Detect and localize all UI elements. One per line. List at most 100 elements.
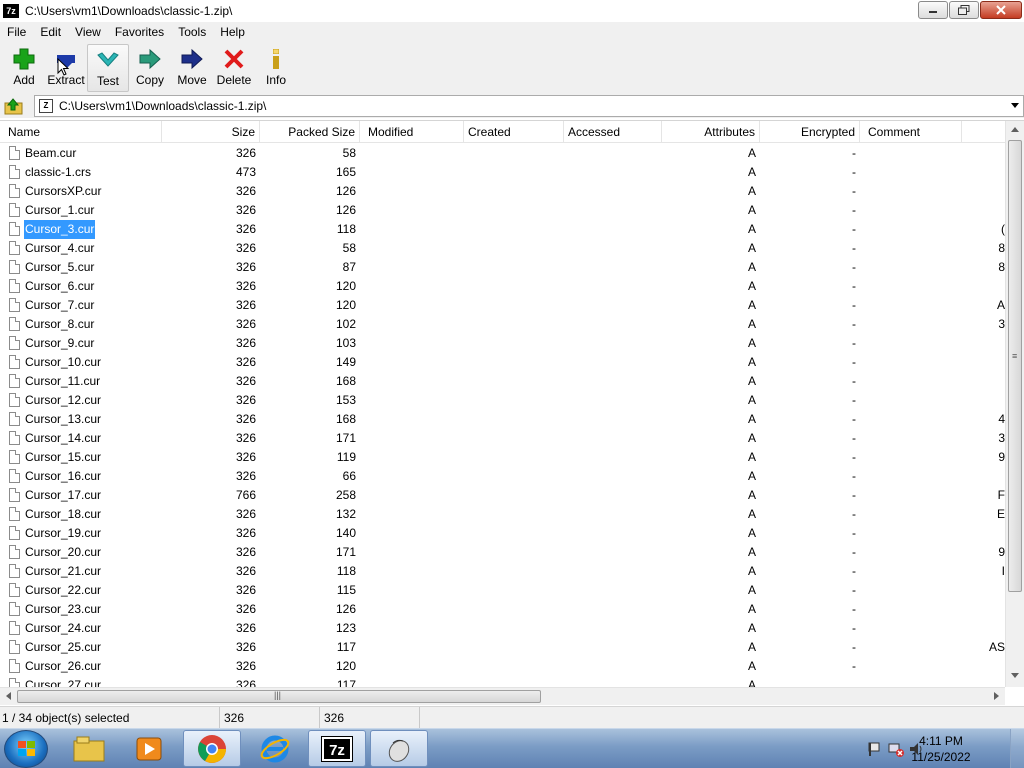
test-button[interactable]: Test: [87, 44, 129, 92]
scroll-up-arrow-icon[interactable]: [1011, 127, 1019, 132]
file-attributes: A: [747, 450, 756, 464]
file-comment: [962, 467, 1005, 486]
file-encrypted: -: [852, 260, 856, 274]
table-row[interactable]: Cursor_8.cur 326 102 A - 3: [0, 315, 1005, 334]
table-row[interactable]: Cursor_23.cur 326 126 A -: [0, 600, 1005, 619]
table-row[interactable]: Cursor_26.cur 326 120 A -: [0, 657, 1005, 676]
file-size: 326: [235, 450, 256, 464]
minimize-button[interactable]: [918, 1, 948, 19]
up-folder-button[interactable]: [4, 97, 24, 115]
address-bar: Z C:\Users\vm1\Downloads\classic-1.zip\: [0, 94, 1024, 118]
file-encrypted: -: [852, 241, 856, 255]
delete-button[interactable]: Delete: [213, 44, 255, 92]
scroll-down-arrow-icon[interactable]: [1011, 673, 1019, 678]
table-row[interactable]: CursorsXP.cur 326 126 A -: [0, 182, 1005, 201]
column-modified[interactable]: Modified: [364, 121, 464, 143]
scroll-right-arrow-icon[interactable]: [994, 692, 1000, 700]
menu-edit[interactable]: Edit: [33, 25, 68, 39]
table-row[interactable]: Cursor_10.cur 326 149 A -: [0, 353, 1005, 372]
taskbar-media-player[interactable]: [120, 730, 178, 767]
table-row[interactable]: Cursor_7.cur 326 120 A - A: [0, 296, 1005, 315]
address-input[interactable]: Z C:\Users\vm1\Downloads\classic-1.zip\: [34, 95, 1024, 117]
column-created[interactable]: Created: [464, 121, 564, 143]
vertical-scrollbar[interactable]: ≡: [1005, 121, 1024, 687]
table-row[interactable]: Cursor_22.cur 326 115 A -: [0, 581, 1005, 600]
7zip-icon: 7z: [321, 735, 353, 762]
menu-tools[interactable]: Tools: [171, 25, 213, 39]
column-encrypted[interactable]: Encrypted: [760, 121, 860, 143]
table-row[interactable]: Cursor_25.cur 326 117 A - AS: [0, 638, 1005, 657]
table-row[interactable]: Cursor_1.cur 326 126 A -: [0, 201, 1005, 220]
menu-view[interactable]: View: [68, 25, 108, 39]
table-row[interactable]: Cursor_24.cur 326 123 A -: [0, 619, 1005, 638]
info-button[interactable]: Info: [255, 44, 297, 92]
show-desktop-button[interactable]: [1010, 729, 1024, 768]
taskbar-chrome[interactable]: [183, 730, 241, 767]
file-size: 766: [235, 488, 256, 502]
menu-favorites[interactable]: Favorites: [108, 25, 171, 39]
file-name: Cursor_20.cur: [25, 545, 102, 559]
menu-help[interactable]: Help: [213, 25, 252, 39]
file-name: Cursor_6.cur: [25, 279, 95, 293]
file-icon: [9, 146, 20, 160]
column-packed-size[interactable]: Packed Size: [260, 121, 360, 143]
file-icon: [9, 393, 20, 407]
scroll-left-arrow-icon[interactable]: [6, 692, 12, 700]
move-button[interactable]: Move: [171, 44, 213, 92]
table-row[interactable]: Cursor_9.cur 326 103 A -: [0, 334, 1005, 353]
file-size: 326: [235, 545, 256, 559]
column-attributes[interactable]: Attributes: [662, 121, 760, 143]
column-comment[interactable]: Comment: [864, 121, 962, 143]
copy-button[interactable]: Copy: [129, 44, 171, 92]
maximize-button[interactable]: [949, 1, 979, 19]
file-size: 326: [235, 431, 256, 445]
column-size[interactable]: Size: [162, 121, 260, 143]
table-row[interactable]: Cursor_12.cur 326 153 A -: [0, 391, 1005, 410]
table-row[interactable]: Cursor_13.cur 326 168 A - 4: [0, 410, 1005, 429]
chevron-down-icon[interactable]: [1011, 103, 1019, 108]
file-list: Name Size Packed Size Modified Created A…: [0, 120, 1024, 705]
table-row[interactable]: Cursor_15.cur 326 119 A - 9: [0, 448, 1005, 467]
close-button[interactable]: [980, 1, 1022, 19]
table-row[interactable]: Cursor_14.cur 326 171 A - 3: [0, 429, 1005, 448]
table-row[interactable]: Cursor_5.cur 326 87 A - 8: [0, 258, 1005, 277]
start-button[interactable]: [4, 730, 48, 768]
file-packed-size: 165: [335, 165, 356, 179]
test-label: Test: [96, 74, 119, 88]
table-row[interactable]: Cursor_6.cur 326 120 A -: [0, 277, 1005, 296]
taskbar-cursor-app[interactable]: [370, 730, 428, 767]
table-row[interactable]: Cursor_4.cur 326 58 A - 8: [0, 239, 1005, 258]
table-row[interactable]: Cursor_27.cur 326 117 A: [0, 676, 1005, 687]
file-encrypted: -: [852, 203, 856, 217]
table-row[interactable]: Beam.cur 326 58 A -: [0, 144, 1005, 163]
table-row[interactable]: Cursor_21.cur 326 118 A - I: [0, 562, 1005, 581]
table-row[interactable]: Cursor_19.cur 326 140 A -: [0, 524, 1005, 543]
horizontal-scrollbar[interactable]: |||: [0, 687, 1005, 705]
table-row[interactable]: Cursor_16.cur 326 66 A -: [0, 467, 1005, 486]
table-row[interactable]: classic-1.crs 473 165 A -: [0, 163, 1005, 182]
file-comment: F: [997, 488, 1005, 502]
column-accessed[interactable]: Accessed: [564, 121, 662, 143]
table-row[interactable]: Cursor_20.cur 326 171 A - 9: [0, 543, 1005, 562]
taskbar-7zip[interactable]: 7z: [308, 730, 366, 767]
vertical-scroll-thumb[interactable]: ≡: [1008, 140, 1022, 592]
menu-file[interactable]: File: [0, 25, 33, 39]
taskbar-internet-explorer[interactable]: [246, 730, 304, 767]
file-size: 326: [235, 393, 256, 407]
table-row[interactable]: Cursor_17.cur 766 258 A - F: [0, 486, 1005, 505]
taskbar-explorer[interactable]: [60, 730, 118, 767]
horizontal-scroll-thumb[interactable]: |||: [17, 690, 541, 703]
table-row[interactable]: Cursor_18.cur 326 132 A - E: [0, 505, 1005, 524]
network-disconnected-icon[interactable]: [888, 741, 904, 757]
file-encrypted: -: [852, 146, 856, 160]
file-packed-size: 118: [336, 564, 356, 578]
add-button[interactable]: Add: [3, 44, 45, 92]
table-row[interactable]: Cursor_11.cur 326 168 A -: [0, 372, 1005, 391]
file-attributes: A: [747, 545, 756, 559]
file-attributes: A: [747, 488, 756, 502]
column-name[interactable]: Name: [4, 121, 162, 143]
table-row[interactable]: Cursor_3.cur 326 118 A - (: [0, 219, 1005, 240]
clock[interactable]: 4:11 PM 11/25/2022: [906, 733, 976, 765]
7zip-app-icon[interactable]: 7z: [3, 4, 19, 18]
action-center-flag-icon[interactable]: [868, 741, 882, 757]
